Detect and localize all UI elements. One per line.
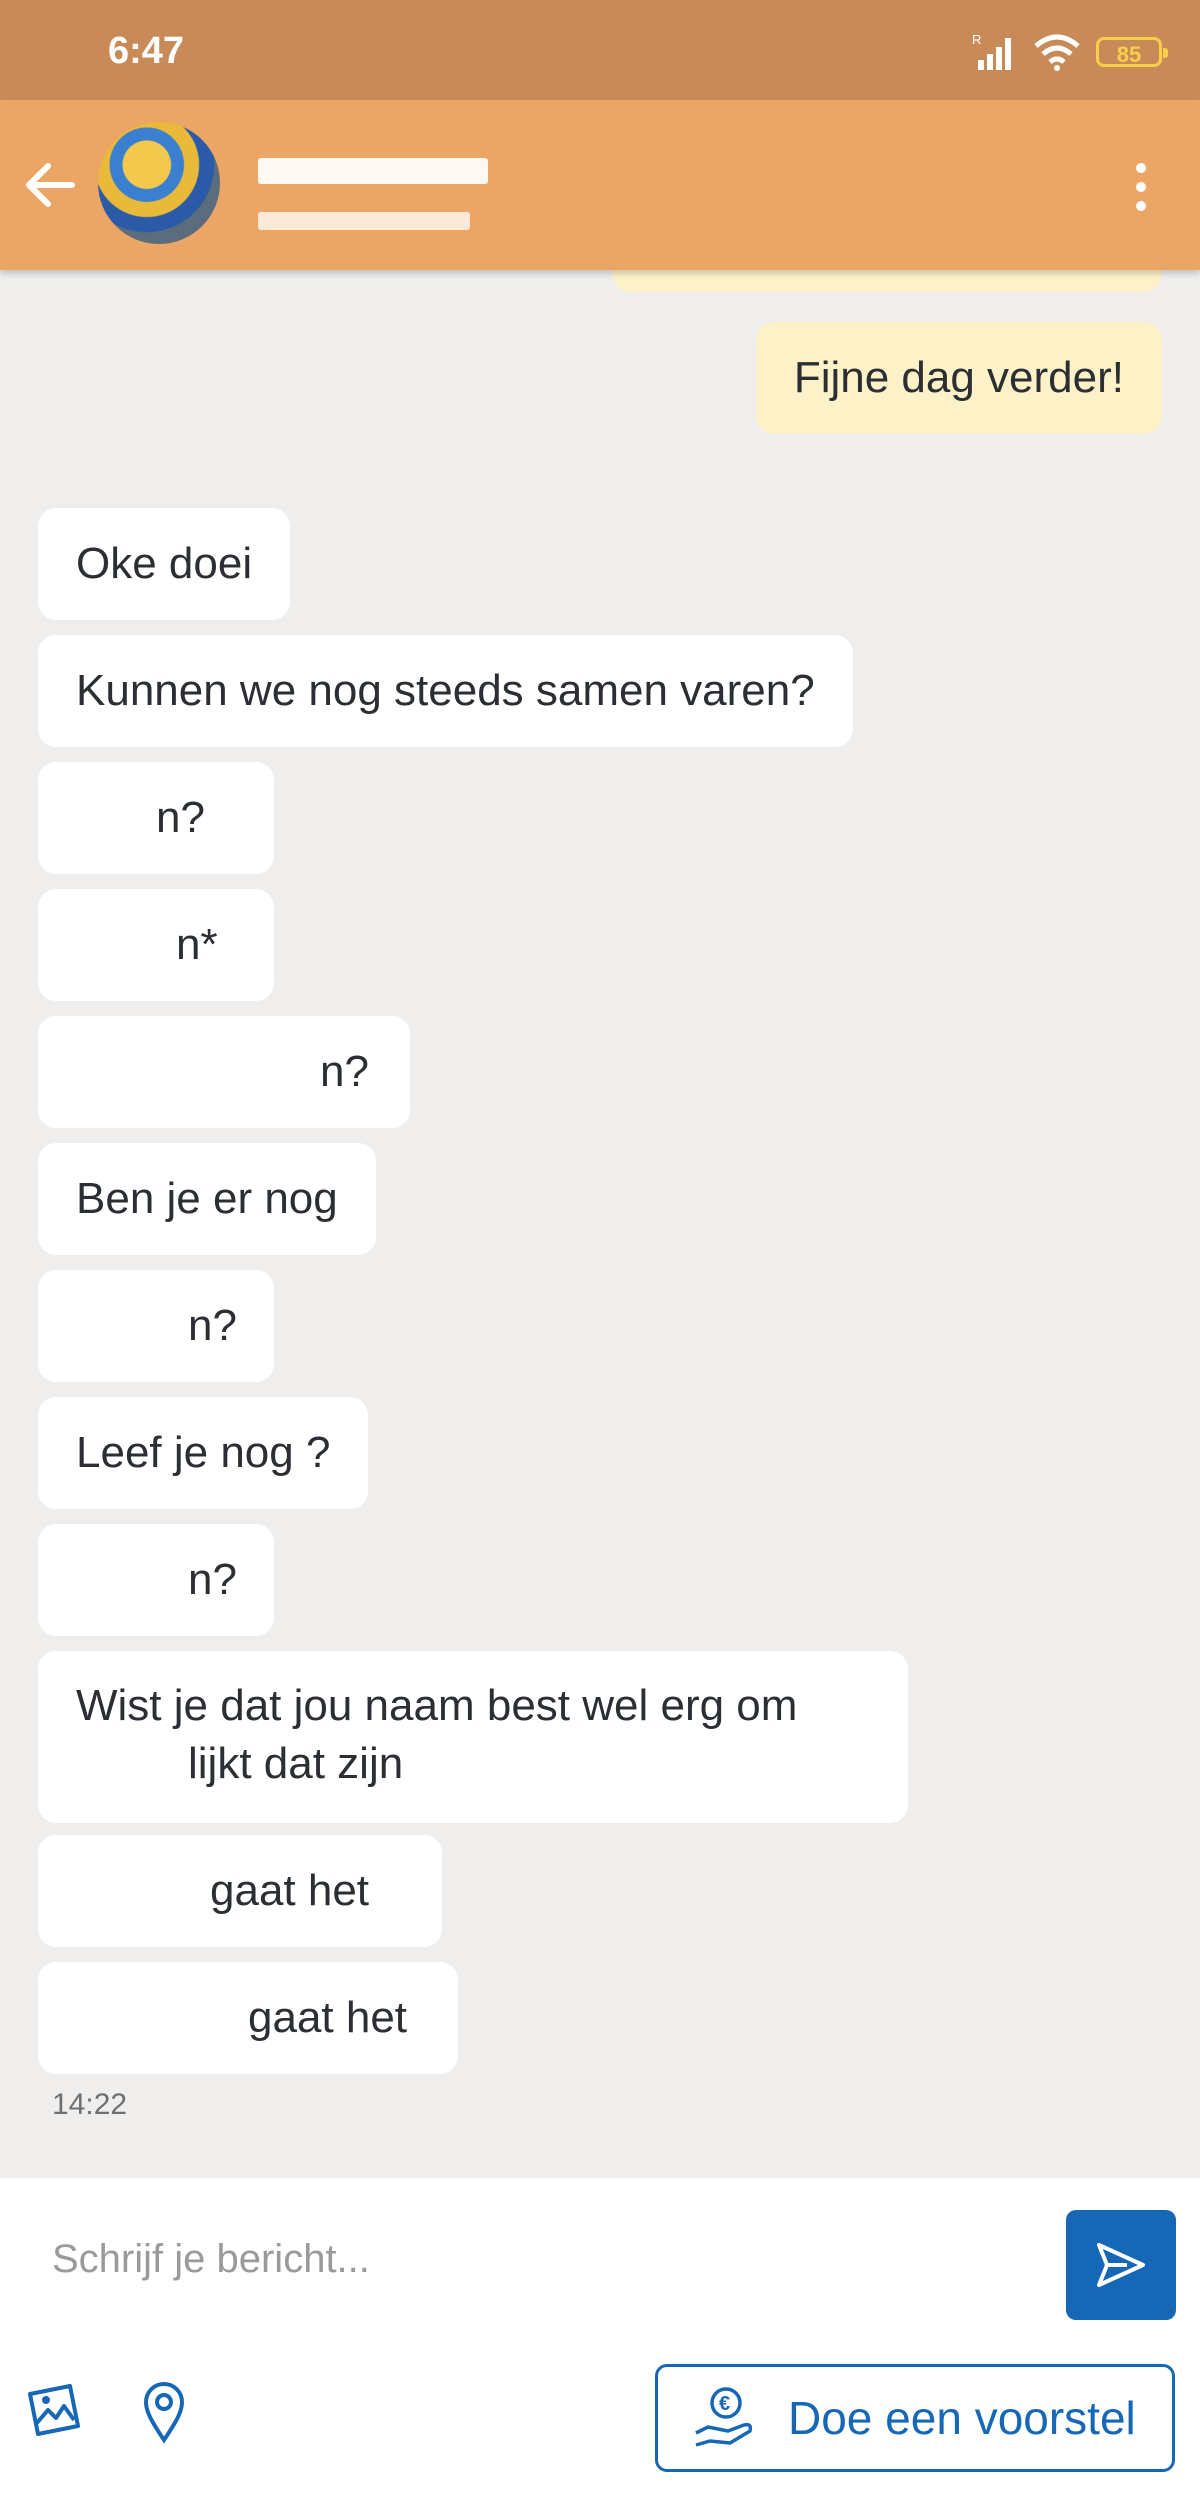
message-bubble-incoming[interactable]: n* xyxy=(38,889,274,1001)
message-bubble-incoming[interactable]: gaat het xyxy=(38,1962,458,2074)
message-bubble-incoming[interactable]: gaat het xyxy=(38,1835,442,1947)
contact-name-redacted[interactable] xyxy=(258,158,488,184)
message-text: Ben je er nog xyxy=(76,1174,338,1223)
message-text: n? xyxy=(320,1047,369,1096)
message-text: n* xyxy=(176,920,218,969)
more-vert-icon[interactable] xyxy=(1136,162,1146,212)
battery-icon: 85 xyxy=(1096,37,1168,67)
status-bar: 6:47 R 85 xyxy=(0,0,1200,100)
message-text: Kunnen we nog steeds samen varen? xyxy=(76,666,815,715)
svg-text:R: R xyxy=(972,32,981,47)
composer xyxy=(0,2178,1200,2340)
message-text-line2: lijkt dat zijn xyxy=(188,1739,404,1788)
signal-icon: R xyxy=(972,32,1011,70)
message-text: Wist je dat jou naam best wel erg om xyxy=(76,1681,798,1730)
image-icon[interactable] xyxy=(22,2378,90,2446)
message-list[interactable]: Fijne dag verder! Oke doei Kunnen we nog… xyxy=(0,270,1200,2178)
action-bar: € Doe een voorstel xyxy=(0,2338,1200,2498)
message-bubble-incoming[interactable]: Ben je er nog xyxy=(38,1143,376,1255)
make-offer-button[interactable]: € Doe een voorstel xyxy=(655,2364,1175,2472)
make-offer-label: Doe een voorstel xyxy=(788,2392,1136,2444)
message-bubble-outgoing[interactable]: Fijne dag verder! xyxy=(755,322,1162,434)
status-icons: R 85 xyxy=(972,30,1168,74)
message-input[interactable] xyxy=(50,2230,1004,2288)
message-text: n? xyxy=(188,1555,237,1604)
wifi-icon xyxy=(1034,34,1080,71)
message-timestamp: 14:22 xyxy=(52,2088,128,2121)
message-bubble-incoming[interactable]: n? xyxy=(38,1524,274,1636)
message-text: Oke doei xyxy=(76,539,253,588)
message-text: Fijne dag verder! xyxy=(793,353,1124,402)
message-text: Leef je nog ? xyxy=(76,1428,331,1477)
avatar[interactable] xyxy=(98,122,220,244)
message-bubble-incoming[interactable]: n? xyxy=(38,1270,274,1382)
app-bar xyxy=(0,100,1200,270)
message-bubble-incoming[interactable]: Leef je nog ? xyxy=(38,1397,369,1509)
message-bubble-incoming[interactable]: Kunnen we nog steeds samen varen? xyxy=(38,635,853,747)
status-time: 6:47 xyxy=(108,30,185,72)
message-text: gaat het xyxy=(248,1993,408,2042)
send-icon xyxy=(1097,2243,1145,2287)
message-bubble-incoming[interactable]: n? xyxy=(38,1016,410,1128)
location-pin-icon[interactable] xyxy=(130,2378,198,2446)
listing-title-redacted[interactable] xyxy=(258,212,470,230)
message-bubble-incoming[interactable]: Oke doei xyxy=(38,508,291,620)
message-bubble-incoming[interactable]: Wist je dat jou naam best wel erg om lij… xyxy=(38,1651,908,1823)
send-button[interactable] xyxy=(1066,2210,1176,2320)
message-bubble-partial xyxy=(612,270,1162,292)
message-text: gaat het xyxy=(210,1866,370,1915)
message-text: n? xyxy=(156,793,205,842)
back-arrow-icon[interactable] xyxy=(22,157,78,213)
euro-hand-icon: € xyxy=(695,2387,753,2447)
message-bubble-incoming[interactable]: n? xyxy=(38,762,274,874)
svg-text:€: € xyxy=(719,2393,730,2415)
message-text: n? xyxy=(188,1301,237,1350)
